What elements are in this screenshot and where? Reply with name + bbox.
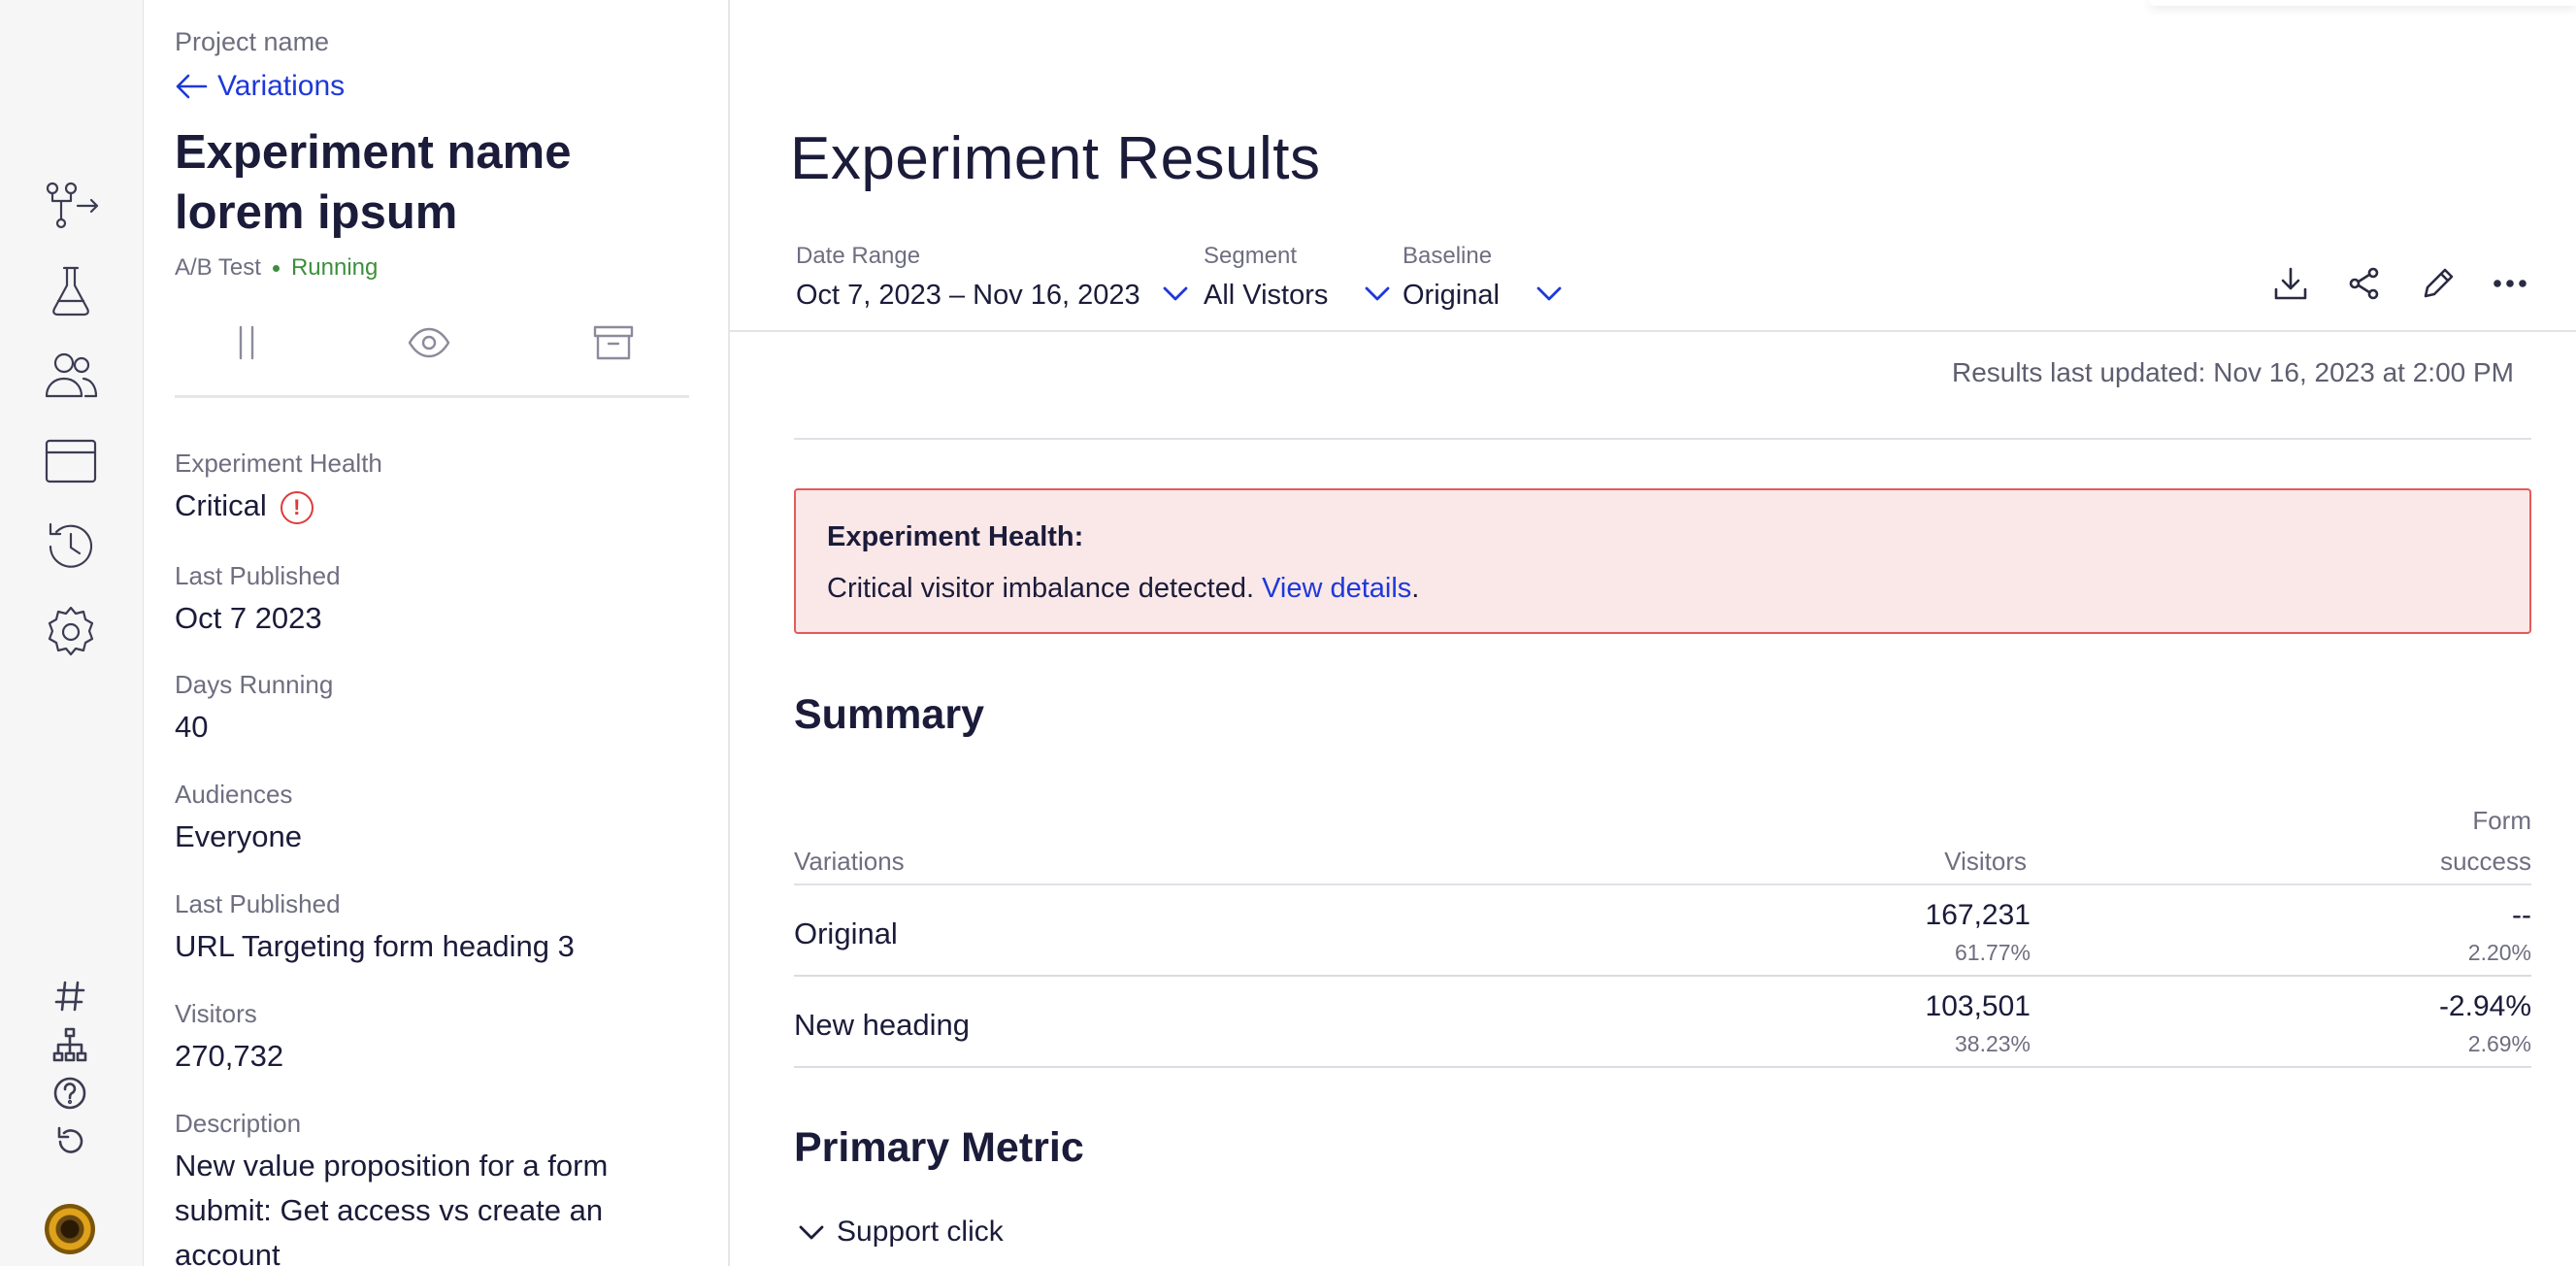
segment-label: Segment (1204, 243, 1298, 269)
history-icon[interactable] (37, 513, 105, 581)
experiment-name: Experiment name lorem ipsum (175, 126, 572, 239)
experiment-actions (175, 313, 689, 398)
alert-period: . (1411, 573, 1420, 604)
back-link-label: Variations (217, 70, 346, 102)
results-main: Experiment Results Date Range Oct 7, 202… (730, 0, 2576, 1266)
segment-dropdown[interactable]: Segment All Vistors (1204, 243, 1398, 312)
col-form-header-line1: Form (2472, 806, 2531, 835)
form-success-rate: 2.69% (2467, 1031, 2531, 1056)
edit-button[interactable] (2411, 256, 2465, 311)
table-row[interactable]: Original 167,231 61.77% -- 2.20% (794, 885, 2531, 977)
browser-window-icon[interactable] (37, 427, 105, 495)
hash-icon[interactable] (43, 975, 97, 1017)
more-icon (2493, 280, 2526, 287)
arrow-left-icon (176, 74, 208, 99)
archive-button[interactable] (584, 318, 643, 367)
view-details-link[interactable]: View details (1262, 573, 1411, 604)
days-running-label: Days Running (175, 670, 334, 699)
status-dot (272, 264, 280, 272)
pause-button[interactable] (217, 318, 276, 367)
primary-metric-title: Primary Metric (794, 1124, 1084, 1171)
archive-icon (593, 325, 634, 360)
summary-title: Summary (794, 691, 984, 738)
health-alert: Experiment Health: Critical visitor imba… (794, 488, 2531, 634)
flask-icon[interactable] (37, 256, 105, 324)
form-success-value: -2.94% (2438, 990, 2531, 1022)
preview-button[interactable] (400, 318, 458, 367)
undo-icon[interactable] (43, 1120, 97, 1163)
col-visitors-header: Visitors (1944, 847, 2027, 876)
date-range-label: Date Range (796, 243, 921, 269)
share-icon (2349, 267, 2379, 300)
alert-message: Critical visitor imbalance detected. Vie… (827, 573, 2498, 605)
last-published-value: Oct 7 2023 (175, 601, 322, 635)
edit-pencil-icon (2424, 268, 2454, 298)
audiences-value: Everyone (175, 819, 302, 853)
col-variations-header: Variations (794, 847, 905, 876)
date-range-value: Oct 7, 2023 – Nov 16, 2023 (796, 280, 1140, 311)
form-success-value: -- (2512, 899, 2531, 931)
url-targeting-value: URL Targeting form heading 3 (175, 929, 575, 963)
download-button[interactable] (2263, 256, 2318, 311)
more-options-button[interactable] (2483, 256, 2537, 311)
experiment-status: Running (290, 254, 379, 281)
col-form-header-line2: success (2440, 847, 2531, 876)
days-running-value: 40 (175, 710, 209, 744)
support-click-toggle[interactable]: Support click (798, 1216, 1004, 1249)
description-label: Description (175, 1109, 302, 1138)
support-click-label: Support click (837, 1216, 1004, 1248)
users-icon[interactable] (37, 342, 105, 410)
date-range-dropdown[interactable]: Date Range Oct 7, 2023 – Nov 16, 2023 (796, 243, 1194, 312)
chevron-down-icon (1535, 283, 1564, 303)
sitemap-icon[interactable] (43, 1023, 97, 1066)
experiment-type: A/B Test (175, 254, 261, 281)
settings-gear-icon[interactable] (37, 598, 105, 666)
results-updated-text: Results last updated: Nov 16, 2023 at 2:… (1951, 357, 2514, 387)
user-avatar[interactable] (45, 1204, 95, 1254)
baseline-label: Baseline (1403, 243, 1493, 269)
health-value-row: Critical! (175, 483, 679, 528)
critical-alert-icon: ! (280, 490, 314, 524)
variation-name: Original (794, 916, 898, 950)
visitors-count: 167,231 (1925, 899, 2031, 931)
visitors-percent: 38.23% (1954, 1031, 2031, 1056)
description-value: New value proposition for a form submit:… (175, 1149, 609, 1266)
alert-text: Critical visitor imbalance detected. (827, 573, 1255, 604)
last-published-2-label: Last Published (175, 889, 341, 918)
top-right-panel-edge (2149, 0, 2576, 6)
baseline-dropdown[interactable]: Baseline Original (1403, 243, 1587, 312)
health-label: Experiment Health (175, 449, 382, 478)
table-row[interactable]: New heading 103,501 38.23% -2.94% 2.69% (794, 977, 2531, 1068)
project-name-label: Project name (175, 27, 330, 56)
divider (794, 438, 2531, 440)
chevron-down-icon (1363, 283, 1392, 303)
variation-name: New heading (794, 1008, 970, 1042)
share-button[interactable] (2337, 256, 2392, 311)
chevron-down-icon (1161, 283, 1190, 303)
visitors-count: 103,501 (1925, 990, 2031, 1022)
chevron-down-icon (799, 1225, 824, 1240)
health-value: Critical (175, 488, 267, 522)
visitors-percent: 61.77% (1954, 940, 2031, 965)
experiment-sidebar: Project name Variations Experiment name … (144, 0, 730, 1266)
audiences-label: Audiences (175, 780, 293, 809)
download-icon (2274, 267, 2307, 300)
app: Project name Variations Experiment name … (0, 0, 2576, 1266)
back-to-variations-link[interactable]: Variations (175, 70, 345, 103)
left-nav-rail (0, 0, 144, 1266)
form-success-rate: 2.20% (2467, 940, 2531, 965)
experiment-meta: A/B Test Running (175, 254, 378, 282)
branch-flow-icon[interactable] (37, 171, 105, 239)
last-published-label: Last Published (175, 561, 341, 590)
visitors-value: 270,732 (175, 1039, 284, 1073)
page-title: Experiment Results (790, 125, 1321, 192)
eye-icon (408, 327, 450, 358)
help-icon[interactable] (43, 1072, 97, 1115)
filter-bar: Date Range Oct 7, 2023 – Nov 16, 2023 Se… (730, 233, 2576, 332)
pause-icon (239, 325, 254, 360)
visitors-label: Visitors (175, 999, 257, 1028)
alert-title: Experiment Health: (827, 521, 1084, 552)
